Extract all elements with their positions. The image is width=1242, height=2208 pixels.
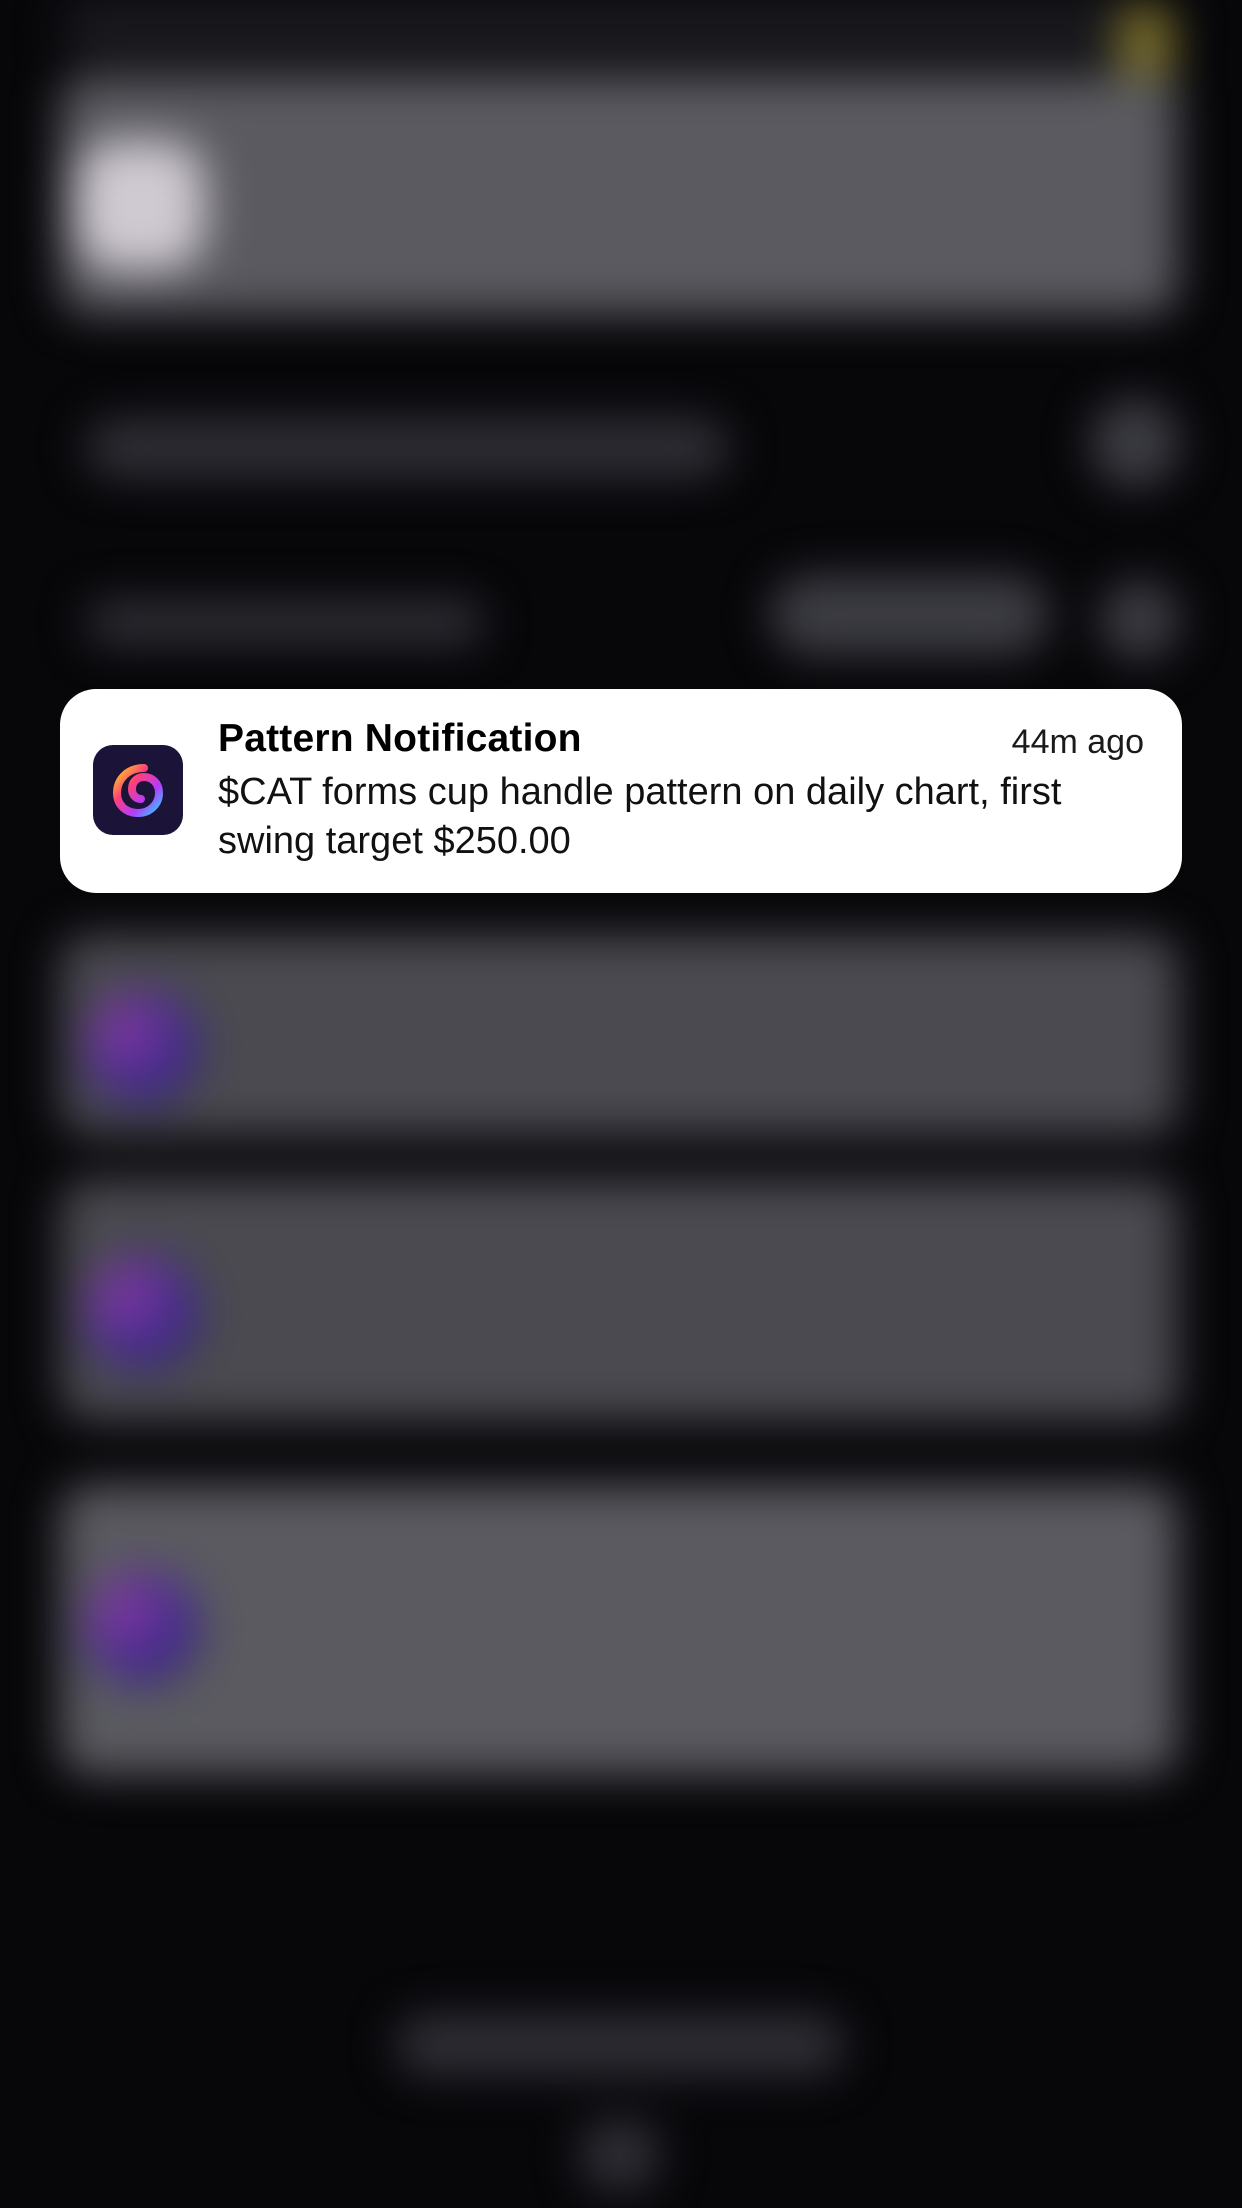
blurred-notification-2: [60, 1180, 1178, 1420]
pattern-notification-card[interactable]: Pattern Notification 44m ago $CAT forms …: [60, 689, 1182, 893]
blurred-app-icon: [75, 140, 205, 270]
blurred-notification-3: [60, 1485, 1178, 1775]
blurred-header-button: [1090, 398, 1180, 488]
blurred-header-text: [85, 418, 730, 478]
notification-body: $CAT forms cup handle pattern on daily c…: [218, 771, 1062, 862]
notification-title: Pattern Notification: [218, 717, 582, 760]
blurred-section-button: [1100, 580, 1180, 660]
blurred-notification-1: [60, 935, 1178, 1135]
notification-time: 44m ago: [1011, 723, 1144, 761]
blurred-section-label: [85, 600, 485, 645]
blurred-background: [0, 0, 1242, 2208]
status-bar-blur: [60, 0, 1180, 55]
pattern-app-icon: [93, 745, 183, 835]
blurred-orb-3: [85, 1570, 200, 1685]
blurred-orb-2: [85, 1255, 200, 1370]
swirl-logo-icon: [112, 764, 164, 818]
blurred-bottom-text: [395, 2015, 845, 2075]
blurred-notification-top: [60, 75, 1178, 315]
blurred-orb-1: [85, 990, 200, 1105]
blurred-section-pill: [770, 575, 1050, 655]
blurred-home-indicator: [580, 2120, 660, 2190]
